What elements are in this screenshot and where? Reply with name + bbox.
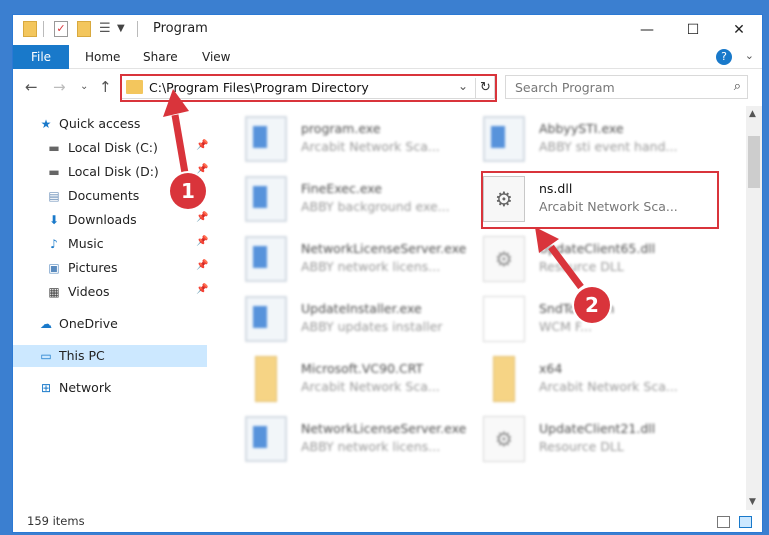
step-1-badge: 1 xyxy=(170,173,206,209)
file-explorer-window: ✓ ☰ ▼ Program — ☐ ✕ File Home Share View… xyxy=(12,14,763,533)
step-2-badge: 2 xyxy=(574,287,610,323)
arrow-2-shaft xyxy=(548,244,584,290)
arrow-1-head xyxy=(163,89,189,117)
arrow-1-shaft xyxy=(171,114,189,174)
annotation-arrows xyxy=(163,89,584,290)
